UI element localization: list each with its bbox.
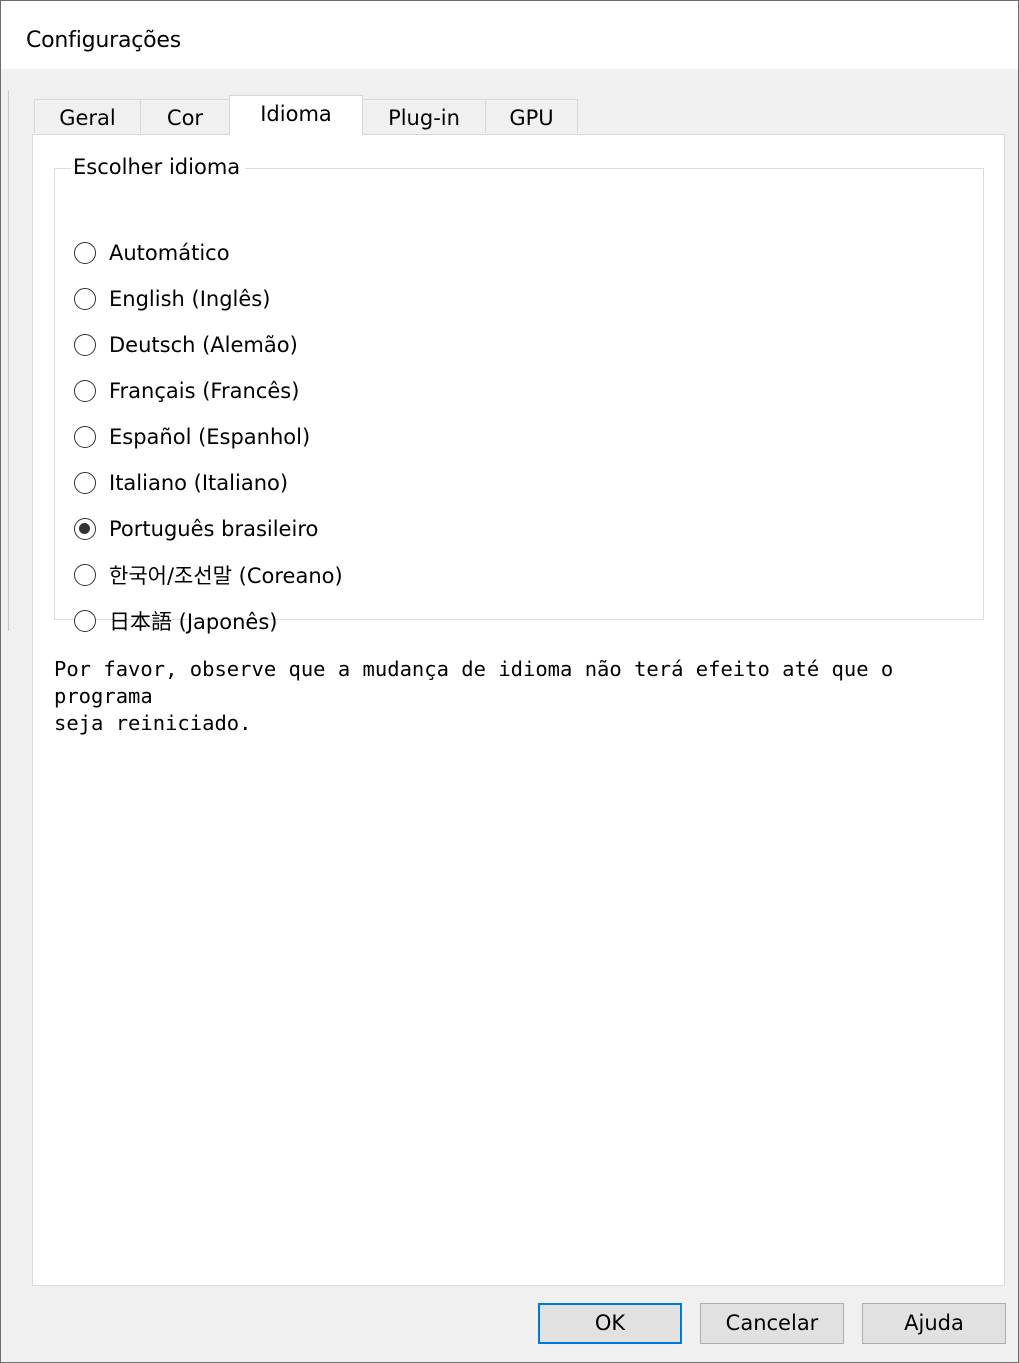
- ok-button[interactable]: OK: [538, 1303, 682, 1344]
- window-edge-divider: [8, 91, 9, 631]
- radio-option-korean[interactable]: 한국어/조선말 (Coreano): [74, 560, 343, 590]
- tab-cor[interactable]: Cor: [140, 99, 230, 133]
- restart-note-line-1: Por favor, observe que a mudança de idio…: [54, 657, 894, 708]
- help-button[interactable]: Ajuda: [862, 1303, 1006, 1344]
- restart-note-line-2: seja reiniciado.: [54, 711, 252, 735]
- language-groupbox: Escolher idioma Automático English (Ingl…: [54, 155, 984, 634]
- radio-button[interactable]: [74, 564, 96, 586]
- cancel-button[interactable]: Cancelar: [700, 1303, 844, 1344]
- tab-panel-idioma: Escolher idioma Automático English (Ingl…: [32, 134, 1005, 1286]
- radio-label: Automático: [109, 241, 230, 265]
- language-group-legend: Escolher idioma: [71, 155, 246, 179]
- radio-button-checked[interactable]: [74, 518, 96, 540]
- radio-option-deutsch[interactable]: Deutsch (Alemão): [74, 330, 298, 360]
- radio-option-italiano[interactable]: Italiano (Italiano): [74, 468, 288, 498]
- radio-button[interactable]: [74, 242, 96, 264]
- radio-option-francais[interactable]: Français (Francês): [74, 376, 299, 406]
- radio-label: Deutsch (Alemão): [109, 333, 298, 357]
- radio-label: Español (Espanhol): [109, 425, 311, 449]
- tab-plug-in[interactable]: Plug-in: [362, 99, 486, 133]
- radio-label: Português brasileiro: [109, 517, 319, 541]
- tab-gpu[interactable]: GPU: [485, 99, 578, 133]
- tab-idioma[interactable]: Idioma: [229, 95, 363, 135]
- radio-option-espanol[interactable]: Español (Espanhol): [74, 422, 310, 452]
- radio-button[interactable]: [74, 426, 96, 448]
- radio-button[interactable]: [74, 610, 96, 632]
- restart-note: Por favor, observe que a mudança de idio…: [54, 656, 994, 737]
- radio-label: Français (Francês): [109, 379, 300, 403]
- settings-dialog: Configurações Geral Cor Idioma Plug-in G…: [0, 0, 1019, 1363]
- radio-option-english[interactable]: English (Inglês): [74, 284, 270, 314]
- radio-label: English (Inglês): [109, 287, 271, 311]
- tab-geral[interactable]: Geral: [34, 99, 141, 133]
- radio-option-portugues[interactable]: Português brasileiro: [74, 514, 318, 544]
- radio-label: 한국어/조선말 (Coreano): [109, 564, 343, 588]
- dialog-title: Configurações: [26, 28, 182, 53]
- radio-option-japanese[interactable]: 日本語 (Japonês): [74, 606, 277, 636]
- radio-button[interactable]: [74, 472, 96, 494]
- radio-button[interactable]: [74, 288, 96, 310]
- radio-option-automatico[interactable]: Automático: [74, 238, 230, 268]
- radio-label: 日本語 (Japonês): [109, 610, 278, 634]
- radio-button[interactable]: [74, 380, 96, 402]
- radio-label: Italiano (Italiano): [109, 471, 289, 495]
- title-bar[interactable]: Configurações: [1, 1, 1018, 69]
- radio-button[interactable]: [74, 334, 96, 356]
